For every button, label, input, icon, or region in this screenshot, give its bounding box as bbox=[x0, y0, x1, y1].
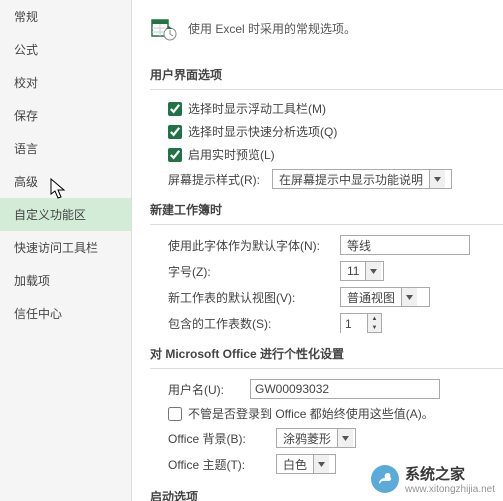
chk-always-use[interactable] bbox=[168, 407, 182, 421]
office-bg-value: 涂鸦菱形 bbox=[277, 430, 337, 447]
sidebar-item-save[interactable]: 保存 bbox=[0, 99, 131, 132]
section-personalize: 对 Microsoft Office 进行个性化设置 bbox=[150, 339, 503, 369]
sidebar-item-trust-center[interactable]: 信任中心 bbox=[0, 297, 131, 330]
sidebar-item-formulas[interactable]: 公式 bbox=[0, 33, 131, 66]
watermark-url: www.xitongzhijia.net bbox=[405, 484, 495, 495]
tip-style-select[interactable]: 在屏幕提示中显示功能说明 bbox=[272, 169, 452, 189]
sidebar: 常规 公式 校对 保存 语言 高级 自定义功能区 快速访问工具栏 加载项 信任中… bbox=[0, 0, 132, 501]
default-font-value: 等线 bbox=[341, 237, 377, 254]
chevron-down-icon bbox=[429, 170, 445, 188]
office-theme-label: Office 主题(T): bbox=[168, 456, 264, 473]
default-font-label: 使用此字体作为默认字体(N): bbox=[168, 237, 328, 254]
sidebar-item-advanced[interactable]: 高级 bbox=[0, 165, 131, 198]
watermark-title: 系统之家 bbox=[405, 463, 495, 484]
chk-live-preview[interactable] bbox=[168, 148, 182, 162]
sheet-count-value[interactable] bbox=[341, 314, 367, 334]
office-bg-label: Office 背景(B): bbox=[168, 430, 264, 447]
tip-style-value: 在屏幕提示中显示功能说明 bbox=[273, 171, 429, 188]
tip-style-label: 屏幕提示样式(R): bbox=[168, 171, 260, 188]
sidebar-item-addins[interactable]: 加载项 bbox=[0, 264, 131, 297]
default-view-label: 新工作表的默认视图(V): bbox=[168, 289, 328, 306]
default-view-value: 普通视图 bbox=[341, 289, 401, 306]
font-size-select[interactable]: 11 bbox=[340, 261, 384, 281]
sheet-count-label: 包含的工作表数(S): bbox=[168, 315, 328, 332]
office-theme-value: 白色 bbox=[277, 456, 313, 473]
office-bg-select[interactable]: 涂鸦菱形 bbox=[276, 428, 356, 448]
watermark-icon bbox=[371, 465, 399, 493]
chk-quick-analysis-label: 选择时显示快速分析选项(Q) bbox=[188, 123, 337, 140]
sidebar-item-quick-access[interactable]: 快速访问工具栏 bbox=[0, 231, 131, 264]
watermark: 系统之家 www.xitongzhijia.net bbox=[371, 463, 495, 495]
chk-floating-toolbar-label: 选择时显示浮动工具栏(M) bbox=[188, 100, 326, 117]
font-size-value: 11 bbox=[341, 264, 365, 278]
default-font-select[interactable]: 等线 bbox=[340, 235, 470, 255]
chk-quick-analysis[interactable] bbox=[168, 125, 182, 139]
chevron-down-icon bbox=[337, 429, 353, 447]
font-size-label: 字号(Z): bbox=[168, 263, 328, 280]
sidebar-item-language[interactable]: 语言 bbox=[0, 132, 131, 165]
chevron-down-icon bbox=[365, 262, 381, 280]
username-input[interactable] bbox=[250, 379, 440, 399]
chevron-down-icon bbox=[401, 288, 417, 306]
chevron-down-icon bbox=[313, 455, 329, 473]
header-text: 使用 Excel 时采用的常规选项。 bbox=[188, 20, 356, 37]
section-ui-options: 用户界面选项 bbox=[150, 60, 503, 90]
default-view-select[interactable]: 普通视图 bbox=[340, 287, 430, 307]
section-new-workbook: 新建工作簿时 bbox=[150, 195, 503, 225]
sheet-count-spinner[interactable]: ▲▼ bbox=[340, 313, 382, 333]
office-theme-select[interactable]: 白色 bbox=[276, 454, 336, 474]
sidebar-item-proofing[interactable]: 校对 bbox=[0, 66, 131, 99]
sidebar-item-customize-ribbon[interactable]: 自定义功能区 bbox=[0, 198, 131, 231]
chk-live-preview-label: 启用实时预览(L) bbox=[188, 146, 275, 163]
chk-floating-toolbar[interactable] bbox=[168, 102, 182, 116]
spinner-down-icon[interactable]: ▼ bbox=[368, 323, 381, 332]
spinner-up-icon[interactable]: ▲ bbox=[368, 314, 381, 323]
excel-options-icon bbox=[150, 14, 178, 42]
username-label: 用户名(U): bbox=[168, 381, 238, 398]
sidebar-item-general[interactable]: 常规 bbox=[0, 0, 131, 33]
chk-always-use-label: 不管是否登录到 Office 都始终使用这些值(A)。 bbox=[188, 405, 434, 422]
main-panel: 使用 Excel 时采用的常规选项。 用户界面选项 选择时显示浮动工具栏(M) … bbox=[132, 0, 503, 501]
